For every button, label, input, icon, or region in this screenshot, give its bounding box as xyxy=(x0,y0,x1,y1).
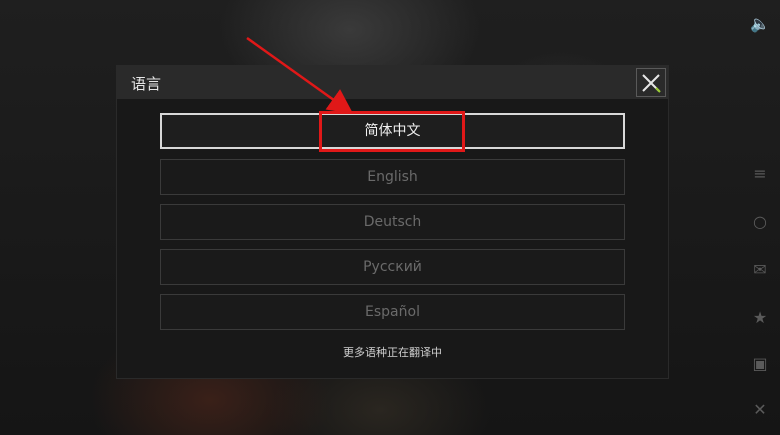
annotation-arrow xyxy=(246,36,354,114)
